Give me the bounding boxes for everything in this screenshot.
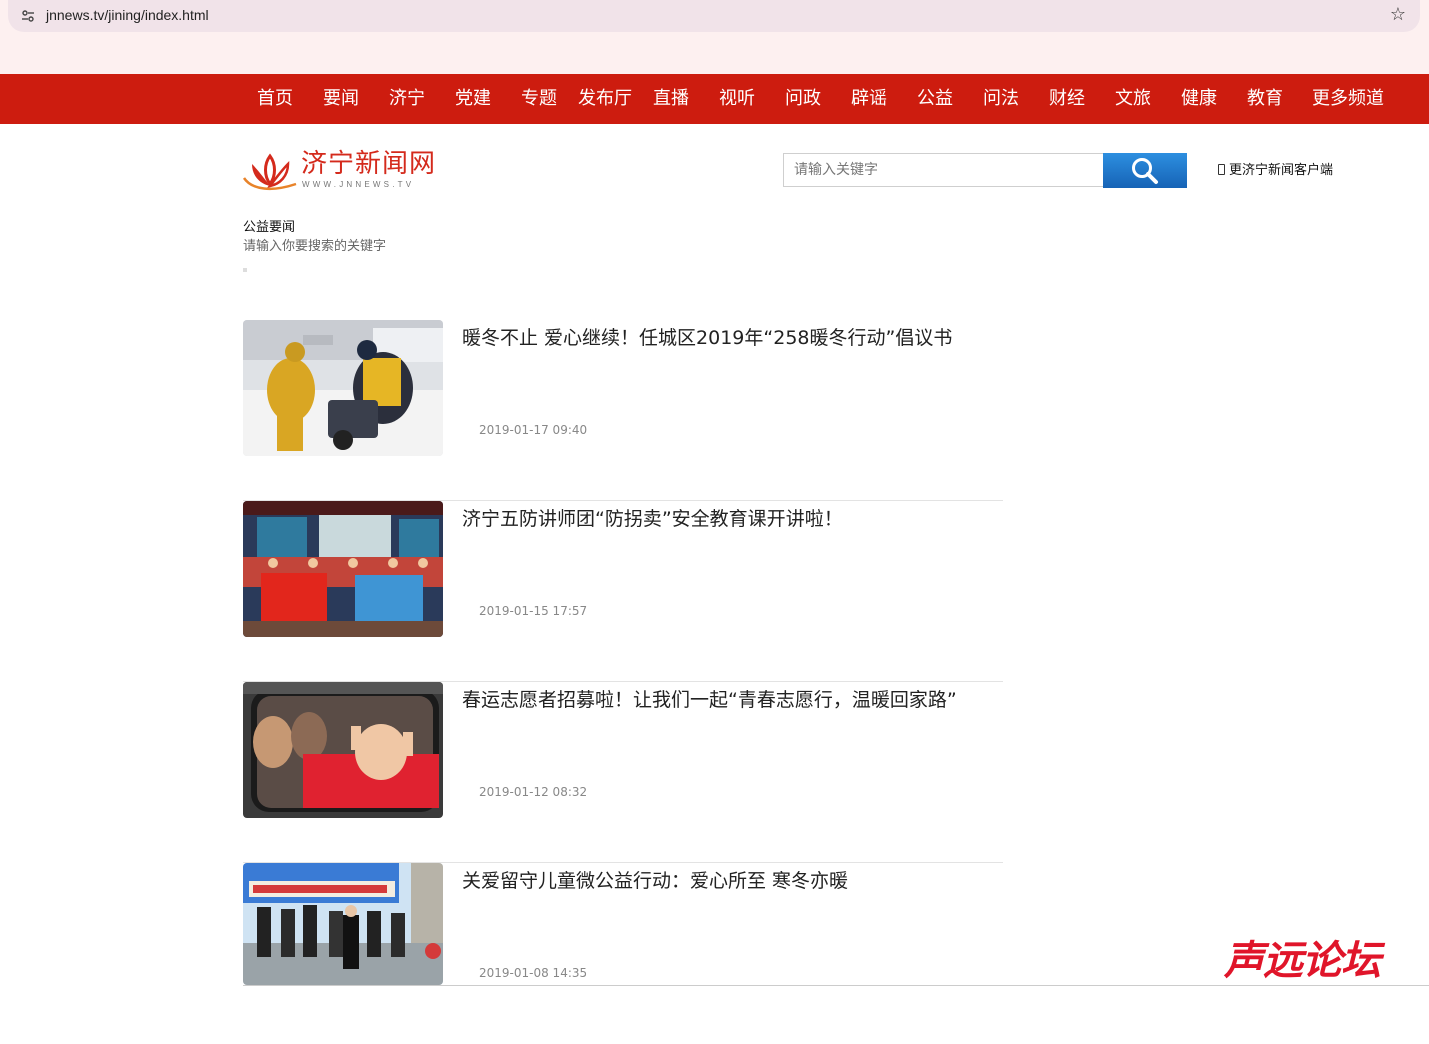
news-item[interactable]: 济宁五防讲师团“防拐卖”安全教育课开讲啦！ 2019-01-15 17:57 (243, 501, 1003, 682)
client-link-label: 更济宁新闻客户端 (1229, 163, 1334, 178)
news-thumbnail[interactable] (243, 501, 443, 637)
section-subtitle: 请输入你要搜索的关键字 (243, 239, 387, 254)
nav-item-culture[interactable]: 文旅 (1115, 87, 1151, 111)
news-thumbnail[interactable] (243, 863, 443, 985)
nav-item-charity[interactable]: 公益 (917, 87, 953, 111)
forum-watermark: 声远论坛 (1224, 936, 1424, 986)
news-title[interactable]: 暖冬不止 爱心继续！任城区2019年“258暖冬行动”倡议书 (462, 324, 952, 352)
url-text[interactable]: jnnews.tv/jining/index.html (46, 7, 209, 23)
news-thumbnail[interactable] (243, 682, 443, 818)
logo-text: 济宁新闻网 (301, 149, 437, 179)
search-icon (1132, 158, 1158, 184)
browser-chrome: jnnews.tv/jining/index.html ☆ (0, 0, 1429, 74)
bookmark-star-icon[interactable]: ☆ (1390, 5, 1406, 25)
news-item[interactable]: 暖冬不止 爱心继续！任城区2019年“258暖冬行动”倡议书 2019-01-1… (243, 320, 1003, 501)
client-app-link[interactable]: 更济宁新闻客户端 (1218, 162, 1333, 180)
nav-item-press[interactable]: 发布厅 (578, 87, 632, 111)
nav-item-education[interactable]: 教育 (1247, 87, 1283, 111)
nav-item-live[interactable]: 直播 (653, 87, 689, 111)
nav-item-law[interactable]: 问法 (983, 87, 1019, 111)
news-date: 2019-01-12 08:32 (479, 785, 588, 799)
news-date: 2019-01-17 09:40 (479, 423, 588, 437)
news-item[interactable]: 春运志愿者招募啦！让我们一起“青春志愿行，温暖回家路” 2019-01-12 0… (243, 682, 1003, 863)
search-input[interactable] (783, 153, 1104, 187)
divider-dot (243, 268, 247, 272)
news-date: 2019-01-08 14:35 (479, 966, 588, 980)
news-title[interactable]: 济宁五防讲师团“防拐卖”安全教育课开讲啦！ (462, 505, 843, 533)
nav-item-party[interactable]: 党建 (455, 87, 491, 111)
news-date: 2019-01-15 17:57 (479, 604, 588, 618)
news-title[interactable]: 春运志愿者招募啦！让我们一起“青春志愿行，温暖回家路” (462, 686, 957, 714)
nav-item-video[interactable]: 视听 (719, 87, 755, 111)
news-item[interactable]: 关爱留守儿童微公益行动：爱心所至 寒冬亦暖 2019-01-08 14:35 (243, 863, 1003, 1044)
nav-item-health[interactable]: 健康 (1181, 87, 1217, 111)
logo-url: WWW.JNNEWS.TV (302, 180, 415, 189)
site-logo[interactable]: 济宁新闻网 WWW.JNNEWS.TV (242, 148, 437, 194)
nav-item-headlines[interactable]: 要闻 (323, 87, 359, 111)
lotus-logo-icon (242, 153, 297, 191)
news-title[interactable]: 关爱留守儿童微公益行动：爱心所至 寒冬亦暖 (462, 867, 848, 895)
search-button[interactable] (1103, 153, 1187, 188)
phone-icon (1218, 164, 1225, 175)
nav-item-topics[interactable]: 专题 (521, 87, 557, 111)
nav-item-home[interactable]: 首页 (257, 87, 293, 111)
nav-item-more[interactable]: 更多频道 (1312, 87, 1384, 111)
nav-item-rumor[interactable]: 辟谣 (851, 87, 887, 111)
main-nav: 首页 要闻 济宁 党建 专题 发布厅 直播 视听 问政 辟谣 公益 问法 财经 … (0, 74, 1429, 124)
nav-item-finance[interactable]: 财经 (1049, 87, 1085, 111)
nav-item-jining[interactable]: 济宁 (389, 87, 425, 111)
watermark-text: 声远论坛 (1224, 938, 1381, 984)
news-thumbnail[interactable] (243, 320, 443, 456)
section-title: 公益要闻 (243, 220, 296, 235)
address-bar[interactable]: jnnews.tv/jining/index.html ☆ (8, 0, 1420, 32)
site-settings-icon[interactable] (20, 8, 36, 24)
nav-item-inquiry[interactable]: 问政 (785, 87, 821, 111)
